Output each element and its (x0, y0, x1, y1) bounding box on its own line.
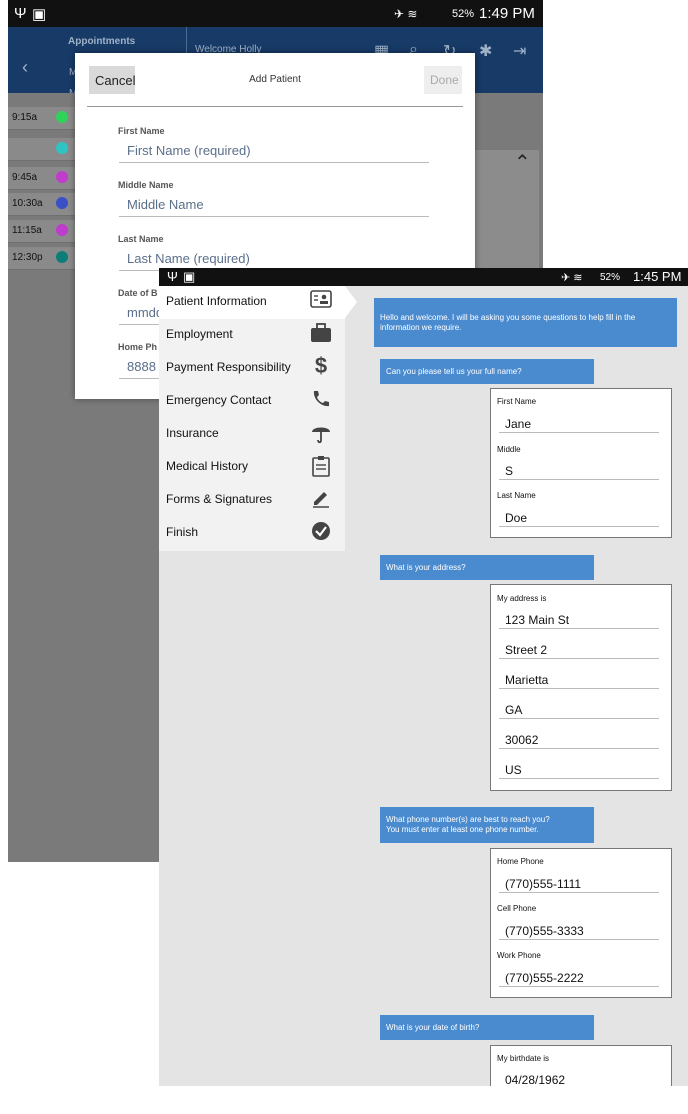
first-name-field[interactable]: Jane (499, 417, 659, 433)
menu-item-label: Patient Information (166, 294, 267, 308)
work-phone-label: Work Phone (497, 951, 541, 960)
first-name-field[interactable]: First Name (required) (119, 143, 429, 163)
menu-item-patient-information[interactable]: Patient Information (159, 286, 345, 319)
done-button[interactable]: Done (424, 66, 462, 94)
home-phone-field[interactable]: (770)555-1111 (499, 877, 659, 893)
middle-name-label: Middle (497, 445, 521, 454)
time-label: 12:30p (12, 252, 43, 263)
status-time: 1:49 PM (479, 5, 535, 22)
dialog-title: Add Patient (249, 74, 301, 85)
last-name-label: Last Name (118, 234, 164, 244)
image-icon: ▣ (32, 6, 47, 23)
contact-card-icon (308, 290, 334, 314)
status-bar: Ψ ▣ ✈ ≋ 52% 1:49 PM (8, 0, 543, 27)
question-name: Can you please tell us your full name? (380, 359, 594, 384)
welcome-message: Hello and welcome. I will be asking you … (374, 298, 677, 347)
last-name-field[interactable]: Doe (499, 511, 659, 527)
umbrella-icon (308, 422, 334, 446)
menu-item-emergency-contact[interactable]: Emergency Contact (159, 385, 345, 418)
appointments-label: Appointments (68, 36, 136, 47)
signal-icon: ✈ ≋ (394, 7, 418, 21)
clipboard-icon (308, 455, 334, 479)
address-card: My address is 123 Main St Street 2 Marie… (490, 584, 672, 791)
name-card: First Name Jane Middle S Last Name Doe (490, 388, 672, 538)
menu-item-forms-signatures[interactable]: Forms & Signatures (159, 484, 345, 517)
status-bar: Ψ ▣ ✈ ≋ 52% 1:45 PM (159, 268, 688, 286)
section-menu: Patient Information Employment Payment R… (159, 286, 345, 551)
menu-item-label: Forms & Signatures (166, 492, 273, 506)
cell-phone-label: Cell Phone (497, 904, 537, 913)
first-name-label: First Name (118, 126, 165, 136)
status-dot (56, 251, 68, 263)
status-dot (56, 197, 68, 209)
time-label: 9:15a (12, 112, 38, 123)
question-phone: What phone number(s) are best to reach y… (380, 807, 594, 843)
time-label: 9:45a (12, 172, 38, 183)
menu-item-medical-history[interactable]: Medical History (159, 451, 345, 484)
menu-item-label: Medical History (166, 459, 249, 473)
bottom-bar (159, 1086, 688, 1114)
address-line-1-field[interactable]: 123 Main St (499, 613, 659, 629)
status-dot (56, 142, 68, 154)
work-phone-field[interactable]: (770)555-2222 (499, 971, 659, 987)
city-field[interactable]: Marietta (499, 673, 659, 689)
usb-icon: Ψ (14, 5, 27, 22)
briefcase-icon (308, 323, 334, 347)
last-name-label: Last Name (497, 491, 536, 500)
status-dot (56, 171, 68, 183)
state-field[interactable]: GA (499, 703, 659, 719)
status-dot (56, 224, 68, 236)
dollar-icon: $ (314, 353, 328, 378)
home-phone-label: Home Ph (118, 342, 158, 352)
menu-item-label: Payment Responsibility (166, 360, 291, 374)
home-phone-label: Home Phone (497, 857, 544, 866)
image-icon: ▣ (183, 269, 196, 284)
cell-phone-field[interactable]: (770)555-3333 (499, 924, 659, 940)
menu-item-label: Finish (166, 525, 199, 539)
first-name-label: First Name (497, 397, 537, 406)
zip-field[interactable]: 30062 (499, 733, 659, 749)
birthdate-label: My birthdate is (497, 1054, 550, 1063)
logout-icon[interactable]: ⇥ (513, 41, 526, 61)
menu-item-insurance[interactable]: Insurance (159, 418, 345, 451)
phone-card: Home Phone (770)555-1111 Cell Phone (770… (490, 848, 672, 998)
middle-name-field[interactable]: Middle Name (119, 197, 429, 217)
menu-item-payment-responsibility[interactable]: Payment Responsibility $ (159, 352, 345, 385)
status-dot (56, 111, 68, 123)
usb-icon: Ψ (167, 269, 178, 284)
question-address: What is your address? (380, 555, 594, 580)
time-label: 10:30a (12, 198, 43, 209)
address-label: My address is (497, 594, 547, 603)
battery-percent: 52% (600, 272, 621, 283)
middle-name-field[interactable]: S (499, 464, 659, 480)
question-dob: What is your date of birth? (380, 1015, 594, 1040)
back-arrow-icon[interactable]: ‹ (22, 57, 28, 78)
menu-item-label: Emergency Contact (166, 393, 272, 407)
battery-percent: 52% (452, 8, 475, 20)
dob-label: Date of B (118, 288, 158, 298)
phone-icon (308, 389, 334, 413)
status-time: 1:45 PM (633, 269, 682, 284)
chevron-up-icon[interactable]: ⌃ (514, 150, 531, 175)
gear-icon[interactable]: ✱ (479, 41, 492, 61)
address-line-2-field[interactable]: Street 2 (499, 643, 659, 659)
country-field[interactable]: US (499, 763, 659, 779)
menu-item-label: Insurance (166, 426, 219, 440)
pen-icon (308, 488, 334, 512)
check-circle-icon (308, 521, 334, 545)
signal-icon: ✈ ≋ (561, 272, 583, 284)
divider (87, 106, 463, 107)
time-label: 11:15a (12, 225, 42, 236)
front-screenshot: Ψ ▣ ✈ ≋ 52% 1:45 PM Patient Information … (159, 268, 688, 1114)
middle-name-label: Middle Name (118, 180, 174, 190)
menu-item-employment[interactable]: Employment (159, 319, 345, 352)
menu-item-label: Employment (166, 327, 233, 341)
menu-item-finish[interactable]: Finish (159, 517, 345, 550)
selection-arrow (345, 286, 357, 318)
